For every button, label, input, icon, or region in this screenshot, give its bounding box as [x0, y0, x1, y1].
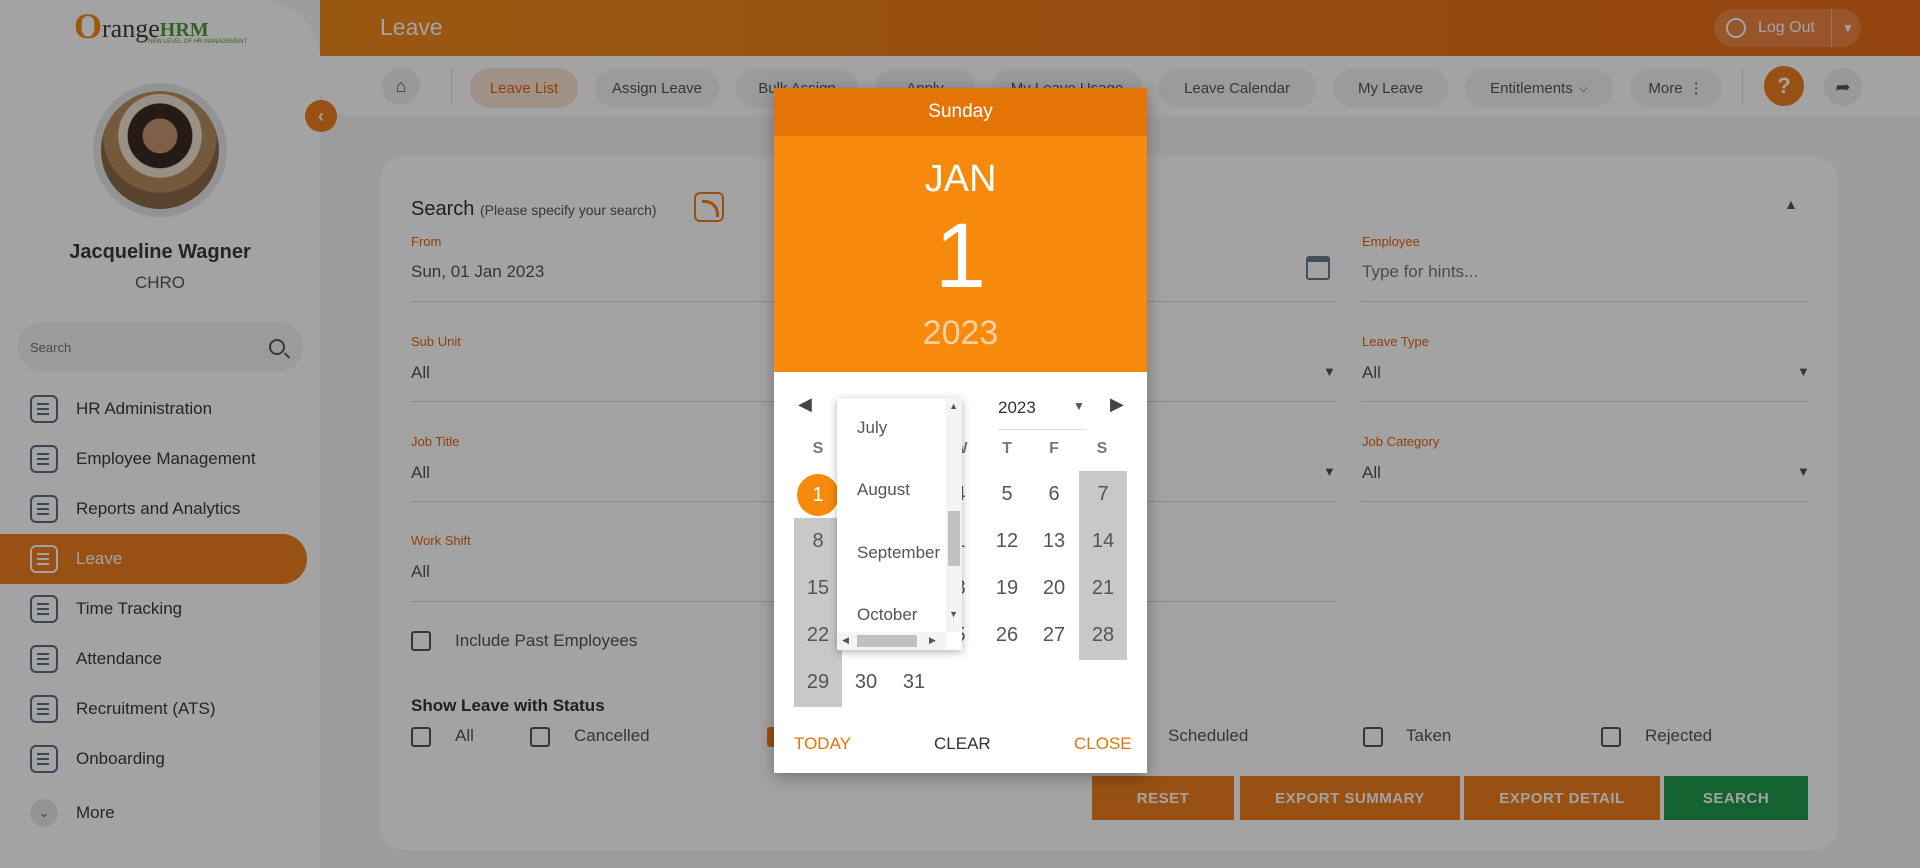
calendar-day-selected[interactable]: 1 — [797, 474, 839, 516]
picker-month[interactable]: JAN — [774, 158, 1147, 201]
calendar-day[interactable]: 19 — [984, 565, 1030, 611]
dow-header: S — [1096, 440, 1108, 457]
clear-button[interactable]: CLEAR — [934, 734, 991, 754]
close-button[interactable]: CLOSE — [1074, 734, 1132, 754]
calendar-day[interactable]: 5 — [984, 471, 1030, 517]
calendar-day[interactable]: 27 — [1031, 612, 1077, 658]
prev-month-icon[interactable]: ◀ — [798, 394, 812, 415]
year-select[interactable]: 2023 — [998, 398, 1036, 418]
calendar-day[interactable]: 30 — [843, 659, 889, 705]
picker-weekday: Sunday — [774, 88, 1147, 136]
month-option[interactable]: September — [857, 543, 940, 563]
calendar-day[interactable]: 13 — [1031, 518, 1077, 564]
next-month-icon[interactable]: ▶ — [1110, 394, 1124, 415]
month-option[interactable]: August — [857, 480, 910, 500]
today-button[interactable]: TODAY — [794, 734, 851, 754]
scroll-right-icon[interactable]: ▶ — [929, 635, 936, 646]
scroll-up-icon[interactable]: ▲ — [949, 401, 958, 411]
calendar-day[interactable]: 31 — [891, 659, 937, 705]
picker-date-header: JAN 1 2023 — [774, 136, 1147, 372]
calendar-day[interactable]: 8 — [795, 518, 841, 564]
month-dropdown-list[interactable]: July August September October ▲ ▼ ◀ ▶ — [837, 398, 962, 650]
calendar-day[interactable]: 6 — [1031, 471, 1077, 517]
calendar-day[interactable]: 26 — [984, 612, 1030, 658]
dow-header: F — [1049, 440, 1059, 457]
scroll-down-icon[interactable]: ▼ — [949, 609, 958, 619]
year-select-underline — [998, 429, 1086, 430]
calendar-day[interactable]: 28 — [1080, 612, 1126, 658]
calendar-day[interactable]: 22 — [795, 612, 841, 658]
calendar-day[interactable]: 20 — [1031, 565, 1077, 611]
chevron-down-icon[interactable]: ▼ — [1073, 399, 1085, 413]
date-picker: Sunday JAN 1 2023 ◀ ▶ 2023 ▼ S W T F S 1… — [774, 88, 1147, 773]
month-option[interactable]: July — [857, 418, 887, 438]
vertical-scrollbar[interactable] — [946, 398, 962, 632]
calendar-day[interactable]: 29 — [795, 659, 841, 705]
calendar-day[interactable]: 7 — [1080, 471, 1126, 517]
scrollbar-thumb[interactable] — [948, 511, 960, 566]
calendar-day[interactable]: 15 — [795, 565, 841, 611]
dow-header: T — [1002, 440, 1012, 457]
dow-header: S — [812, 440, 824, 457]
calendar-day[interactable]: 12 — [984, 518, 1030, 564]
month-option[interactable]: October — [857, 605, 917, 625]
picker-day[interactable]: 1 — [774, 206, 1147, 306]
calendar-day[interactable]: 14 — [1080, 518, 1126, 564]
scroll-left-icon[interactable]: ◀ — [842, 635, 849, 646]
picker-year[interactable]: 2023 — [774, 314, 1147, 353]
calendar-day[interactable]: 21 — [1080, 565, 1126, 611]
scrollbar-thumb[interactable] — [857, 635, 917, 647]
